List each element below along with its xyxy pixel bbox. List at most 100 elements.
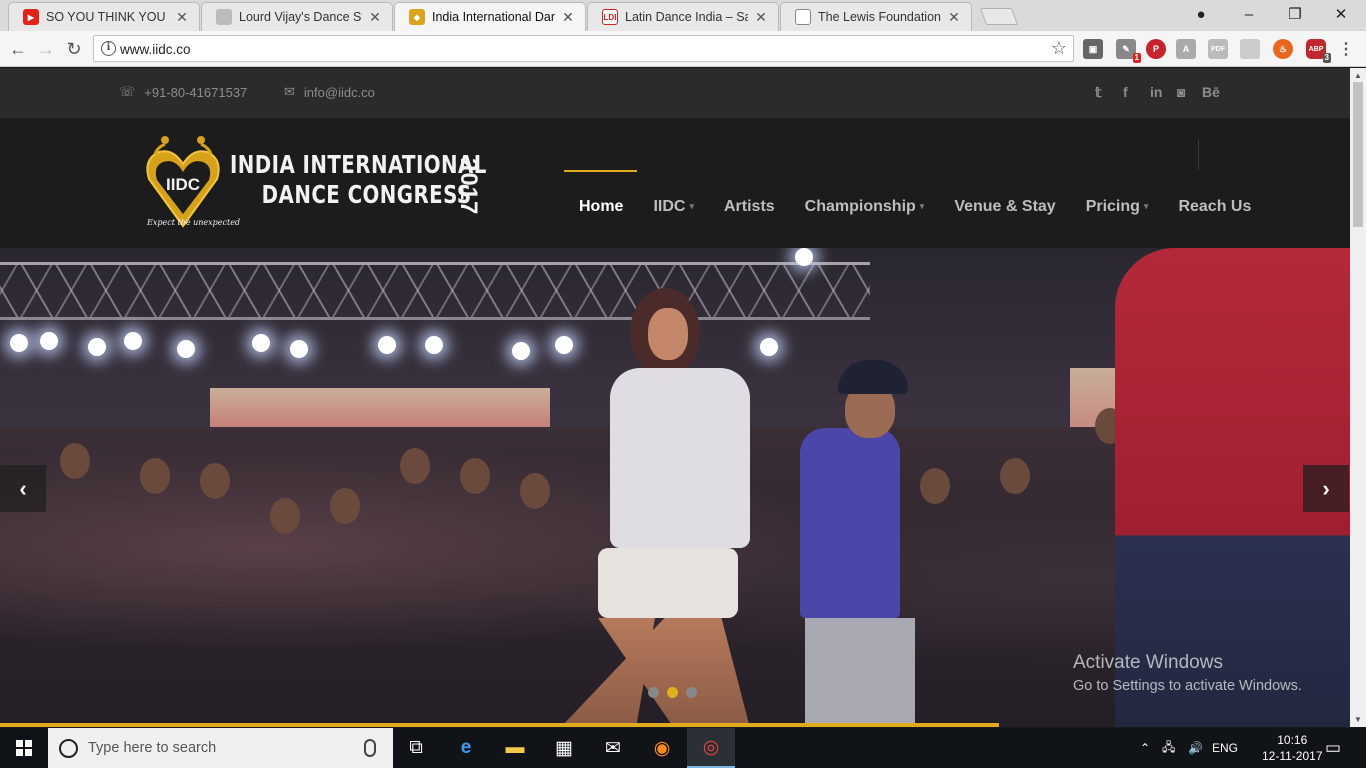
adblock-icon[interactable]: ABP 3 bbox=[1306, 39, 1331, 63]
hero-slider[interactable]: ‹ › Activate Windows Go to Settings to a… bbox=[0, 248, 1350, 727]
email-address[interactable]: info@iidc.co bbox=[304, 85, 375, 100]
browser-tab-5[interactable]: The Lewis Foundation of ✕ bbox=[780, 2, 972, 31]
scroll-up-icon[interactable]: ▲ bbox=[1354, 71, 1362, 80]
close-tab-icon[interactable]: ✕ bbox=[754, 9, 768, 26]
mail-icon[interactable]: ✉ bbox=[589, 728, 637, 768]
chrome-icon[interactable]: ◎ bbox=[687, 728, 735, 768]
taskbar-clock[interactable]: 10:16 12-11-2017 bbox=[1262, 732, 1323, 764]
profile-icon[interactable]: ● bbox=[1178, 0, 1224, 28]
spotlight bbox=[40, 332, 58, 350]
nav-pricing[interactable]: Pricing ▾ bbox=[1086, 198, 1149, 228]
action-center-icon[interactable]: ▭ bbox=[1325, 728, 1341, 768]
reload-button[interactable]: ↻ bbox=[62, 37, 86, 61]
search-placeholder[interactable]: Type here to search bbox=[88, 740, 364, 756]
task-view-icon[interactable]: ⧉ bbox=[392, 728, 440, 768]
close-tab-icon[interactable]: ✕ bbox=[947, 9, 961, 26]
nav-championship[interactable]: Championship ▾ bbox=[805, 198, 925, 228]
chevron-down-icon: ▾ bbox=[919, 201, 925, 212]
volume-icon[interactable]: 🔊 bbox=[1188, 728, 1203, 768]
microphone-icon[interactable] bbox=[364, 739, 376, 757]
address-bar[interactable]: i www.iidc.co ☆ bbox=[93, 35, 1074, 62]
close-tab-icon[interactable]: ✕ bbox=[175, 9, 189, 26]
phone-number[interactable]: +91-80-41671537 bbox=[144, 85, 247, 100]
spotlight bbox=[555, 336, 573, 354]
browser-tab-2[interactable]: Lourd Vijay's Dance Stud ✕ bbox=[201, 2, 393, 31]
close-tab-icon[interactable]: ✕ bbox=[368, 9, 382, 26]
taskbar-search-box[interactable]: Type here to search bbox=[48, 728, 393, 768]
nav-reach-us[interactable]: Reach Us bbox=[1178, 198, 1251, 228]
pdf-icon[interactable]: A bbox=[1176, 39, 1196, 59]
start-button[interactable] bbox=[0, 728, 48, 768]
page-icon bbox=[795, 9, 811, 25]
browser-tab-1[interactable]: ▶ SO YOU THINK YOU CAN ✕ bbox=[8, 2, 200, 31]
slider-next-button[interactable]: › bbox=[1303, 465, 1349, 512]
restore-button[interactable]: ❐ bbox=[1272, 0, 1318, 28]
twitter-icon[interactable]: 𝕥 bbox=[1095, 84, 1102, 101]
behance-icon[interactable]: Bē bbox=[1202, 84, 1220, 100]
edge-icon[interactable]: e bbox=[442, 728, 490, 768]
page-scrollbar[interactable]: ▲ ▼ bbox=[1350, 68, 1366, 727]
nav-home[interactable]: Home bbox=[579, 198, 623, 228]
iidc-icon: ◆ bbox=[409, 9, 425, 25]
browser-tab-3[interactable]: ◆ India International Dance ✕ bbox=[394, 2, 586, 31]
menu-icon[interactable]: ⋮ bbox=[1336, 39, 1356, 59]
linkedin-icon[interactable]: in bbox=[1150, 84, 1162, 100]
pinterest-icon[interactable]: P bbox=[1146, 39, 1166, 59]
browser-toolbar: ← → ↻ i www.iidc.co ☆ ▣ ✎ 1 P A PDF ♨ ABP… bbox=[0, 31, 1366, 67]
store-icon[interactable]: ▦ bbox=[540, 728, 588, 768]
url-text[interactable]: www.iidc.co bbox=[120, 42, 191, 57]
site-info-icon[interactable]: i bbox=[101, 41, 116, 56]
minimize-button[interactable]: – bbox=[1226, 0, 1272, 28]
browser-tab-4[interactable]: LDI Latin Dance India – Salsa ✕ bbox=[587, 2, 779, 31]
main-nav: Home IIDC ▾ Artists Championship ▾ Venue &… bbox=[564, 198, 1281, 228]
pdf-convert-icon[interactable]: PDF bbox=[1208, 39, 1228, 59]
crowd-person bbox=[400, 448, 430, 484]
back-button[interactable]: ← bbox=[6, 37, 30, 61]
nav-label: Home bbox=[579, 198, 624, 215]
dancer-shorts bbox=[598, 548, 738, 618]
show-hidden-icons[interactable]: ⌃ bbox=[1140, 728, 1150, 768]
extension-badge: 1 bbox=[1132, 53, 1141, 63]
file-explorer-icon[interactable]: ▬ bbox=[491, 728, 539, 768]
iidc-logo-icon[interactable]: IIDC bbox=[143, 134, 223, 229]
extension-notify-icon[interactable]: ✎ 1 bbox=[1116, 39, 1141, 63]
chevron-down-icon: ▾ bbox=[1143, 201, 1149, 212]
facebook-icon[interactable]: f bbox=[1123, 84, 1128, 100]
forward-button[interactable]: → bbox=[34, 37, 58, 61]
spotlight bbox=[88, 338, 106, 356]
language-indicator[interactable]: ENG bbox=[1212, 728, 1238, 768]
dancer-face bbox=[648, 308, 688, 360]
nav-artists[interactable]: Artists bbox=[724, 198, 775, 228]
bookmark-star-icon[interactable]: ☆ bbox=[1051, 38, 1067, 59]
phone-contact[interactable]: ☏ +91-80-41671537 bbox=[119, 84, 247, 100]
crowd-person bbox=[460, 458, 490, 494]
close-window-button[interactable]: ✕ bbox=[1318, 0, 1364, 28]
crowd-person bbox=[520, 473, 550, 509]
male-dancer-shirt bbox=[800, 428, 900, 618]
email-contact[interactable]: ✉ info@iidc.co bbox=[284, 84, 375, 100]
scroll-down-icon[interactable]: ▼ bbox=[1354, 715, 1362, 724]
slider-dot[interactable] bbox=[648, 687, 659, 698]
extension-icon[interactable]: ▣ bbox=[1083, 39, 1103, 59]
crowd-person bbox=[60, 443, 90, 479]
close-tab-icon[interactable]: ✕ bbox=[561, 9, 575, 26]
slider-prev-button[interactable]: ‹ bbox=[0, 465, 46, 512]
male-dancer-pants bbox=[805, 618, 915, 727]
logo-year: 2017 bbox=[455, 158, 482, 216]
firefox-icon[interactable]: ◉ bbox=[638, 728, 686, 768]
instagram-icon[interactable]: ◙ bbox=[1177, 84, 1185, 100]
clock-date: 12-11-2017 bbox=[1262, 749, 1323, 763]
slider-dot[interactable] bbox=[667, 687, 678, 698]
windows-logo-icon bbox=[16, 740, 32, 756]
extension-icon[interactable] bbox=[1240, 39, 1260, 59]
fire-icon[interactable]: ♨ bbox=[1273, 39, 1293, 59]
logo-mark-text: IIDC bbox=[166, 175, 200, 194]
new-tab-button[interactable] bbox=[979, 8, 1019, 25]
slider-dot[interactable] bbox=[686, 687, 697, 698]
nav-iidc[interactable]: IIDC ▾ bbox=[653, 198, 694, 228]
logo-wordmark[interactable]: INDIA INTERNATIONAL DANCE CONGRESS bbox=[230, 150, 487, 210]
nav-venue-stay[interactable]: Venue & Stay bbox=[954, 198, 1055, 228]
scrollbar-thumb[interactable] bbox=[1353, 82, 1363, 227]
network-icon[interactable]: 🖧 bbox=[1162, 728, 1175, 768]
extension-badge: 3 bbox=[1322, 53, 1331, 63]
